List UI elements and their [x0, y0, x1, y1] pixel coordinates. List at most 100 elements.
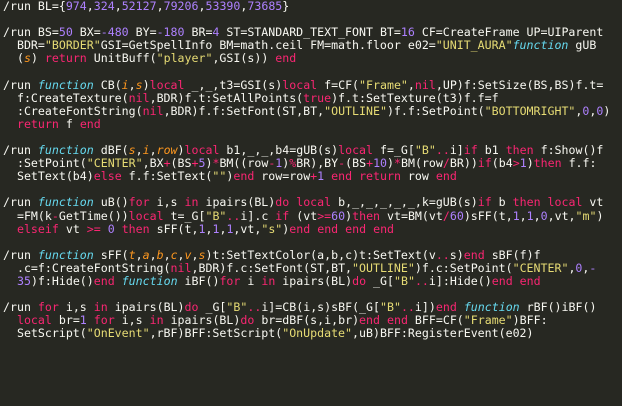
- code-token: "OUTLINE": [324, 104, 387, 118]
- code-line: /run BS=50 BX=-480 BY=-180 BR=4 ST=STAND…: [3, 26, 622, 39]
- code-token: local: [338, 144, 374, 158]
- code-token: ): [387, 157, 395, 171]
- code-token: BR=: [184, 26, 213, 40]
- code-token: end: [275, 52, 297, 66]
- code-token: ,: [149, 144, 157, 158]
- code-token: in: [184, 196, 199, 210]
- code-token: ipairs(BL): [275, 274, 353, 288]
- code-token: }: [282, 0, 290, 13]
- code-token: row: [247, 157, 269, 171]
- code-token: f: [58, 117, 80, 131]
- code-token: _G[: [366, 274, 394, 288]
- code-token: f.f:SetText(: [121, 170, 213, 184]
- code-token: vt: [582, 196, 604, 210]
- code-token: /run BL={: [3, 0, 66, 13]
- code-token: for: [128, 196, 150, 210]
- code-token: in: [93, 301, 108, 315]
- code-token: if: [477, 196, 492, 210]
- code-token: function: [37, 78, 94, 92]
- code-token: local: [282, 78, 318, 92]
- code-token: 0: [107, 222, 115, 236]
- code-token: ..: [414, 274, 429, 288]
- code-token: BDR=: [3, 39, 45, 53]
- code-token: local: [184, 144, 220, 158]
- code-token: 1: [79, 314, 87, 328]
- code-token: "B": [393, 274, 415, 288]
- code-token: function: [463, 301, 520, 315]
- code-token: "B": [380, 301, 401, 315]
- code-token: (BS: [345, 157, 367, 171]
- code-token: t=_G[: [163, 209, 206, 223]
- code-token: )f.c:SetPoint(: [414, 261, 513, 275]
- code-token: ,UP)f:SetSize(BS,BS)f.t=: [435, 78, 604, 92]
- code-token: c: [170, 248, 178, 262]
- code-line: SetText(b4)else f.f:SetText("")end row=r…: [3, 170, 622, 183]
- code-token: nil: [142, 104, 164, 118]
- code-token: do: [184, 301, 199, 315]
- code-token: /run: [3, 301, 38, 315]
- code-token: vt=BM(vt: [380, 209, 443, 223]
- code-token: ..: [435, 144, 450, 158]
- code-token: function: [37, 248, 94, 262]
- code-token: _,_,t3=GSI(s): [184, 78, 283, 92]
- code-line: /run function sFF(t,a,b,c,v,s)t:SetTextC…: [3, 249, 622, 262]
- code-token: BM((: [219, 157, 248, 171]
- code-token: function: [37, 144, 94, 158]
- code-token: i: [142, 144, 150, 158]
- code-token: end: [79, 117, 101, 131]
- code-token: ,BDR)f.f:SetFont(ST,BT,: [163, 104, 325, 118]
- code-token: /: [442, 157, 450, 171]
- code-token: local: [547, 196, 583, 210]
- code-token: function: [121, 274, 178, 288]
- code-token: -: [589, 261, 597, 275]
- code-token: -480: [100, 26, 129, 40]
- code-token: ,GSI(s)): [212, 52, 276, 66]
- code-token: /run: [3, 78, 38, 92]
- code-token: return: [359, 170, 401, 184]
- code-token: )f.f:SetPoint(: [386, 104, 485, 118]
- code-line: :SetPoint("CENTER",BX+(BS+5)*BM((row-1)%…: [3, 157, 622, 170]
- code-token: ,rBF)BFF:SetScript(: [149, 327, 283, 341]
- code-token: iBF(): [177, 274, 220, 288]
- code-token: CF=CreateFrame UP=UIParent: [414, 26, 604, 40]
- code-token: ): [526, 157, 534, 171]
- code-token: ..: [247, 301, 262, 315]
- code-token: "B": [205, 209, 227, 223]
- code-token: i]:Hide(): [428, 274, 492, 288]
- code-token: /: [442, 209, 450, 223]
- code-token: "OnEvent": [86, 327, 150, 341]
- code-token: "Frame": [463, 314, 513, 328]
- code-token: i]=CB(i,s)sBF(_G[: [261, 301, 380, 315]
- code-token: row: [400, 170, 436, 184]
- code-token: b1: [477, 144, 506, 158]
- code-token: (b4: [491, 157, 513, 171]
- code-token: ..: [400, 301, 415, 315]
- code-editor[interactable]: /run BL={974,324,52127,79206,53390,73685…: [0, 0, 622, 406]
- code-token: sFF(: [93, 248, 129, 262]
- code-token: in: [149, 314, 164, 328]
- code-line: 35)f:Hide()end function iBF()for i in ip…: [3, 275, 622, 288]
- code-token: 79206: [163, 0, 199, 13]
- code-token: local: [296, 196, 332, 210]
- code-line: /run function uB()for i,s in ipairs(BL)d…: [3, 196, 622, 209]
- code-token: .c=f:CreateFontString(: [3, 261, 171, 275]
- code-line: return f end: [3, 118, 622, 131]
- code-token: v: [184, 248, 192, 262]
- code-token: ,: [177, 248, 185, 262]
- code-token: ,: [519, 209, 527, 223]
- code-token: f:CreateTexture(: [3, 91, 129, 105]
- code-token: "CENTER": [512, 261, 569, 275]
- code-token: ,BDR)f.c:SetFont(ST,BT,: [191, 261, 353, 275]
- code-token: 73685: [247, 0, 283, 13]
- code-token: ipairs(BL): [107, 301, 185, 315]
- code-line: /run function dBF(s,i,row)local b1,_,_,b…: [3, 144, 622, 157]
- code-line: /run BL={974,324,52127,79206,53390,73685…: [3, 0, 622, 13]
- code-token: end: [386, 314, 408, 328]
